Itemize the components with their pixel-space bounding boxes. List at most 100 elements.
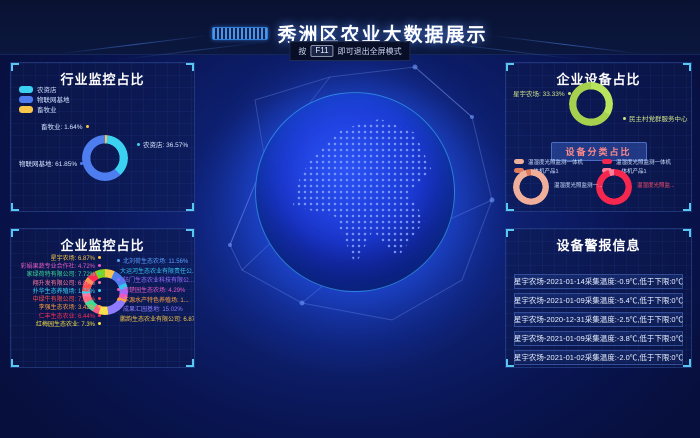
alert-row: 星宇农场-2021-01-09采集温度:-3.8℃,低于下限:0℃ [514, 331, 683, 346]
pie-label: 物联网基地: 61.85% [19, 158, 83, 168]
panel-corner [683, 359, 691, 367]
leader-dot [80, 162, 83, 165]
leader-dot [117, 278, 120, 281]
dashboard: 秀洲区农业大数据展示 按 F11 即可退出全屏模式 行业监控占比 农资店 物联网… [0, 0, 700, 438]
leader-dot [568, 92, 571, 95]
enterprise-right-labels: 北刘荷生态农场: 11.56% 大运河生态农业有限责任公... 陆门生态农业科技… [117, 256, 195, 323]
alert-text: 星宇农场-2021-01-09采集温度:-3.8℃,低于下限:0℃ [514, 333, 683, 344]
industry-donut-chart[interactable] [82, 135, 128, 181]
panel-corner [506, 229, 514, 237]
leader-dot [98, 322, 101, 325]
legend-label: 温湿度光照监测一体机 [616, 158, 671, 166]
panel-corner [186, 63, 194, 71]
panel-corner [506, 359, 514, 367]
pie-label-text: 丰源水产特色养殖场: 1... [123, 295, 189, 304]
panel-corner [506, 203, 514, 211]
pie-label: 星宇农场: 33.33% [513, 88, 571, 98]
legend-label: 温湿度光照监测一体机 [528, 158, 583, 166]
panel-device-alerts: 设备警报信息 星宇农场-2021-01-14采集温度:-0.9℃,低于下限:0℃… [505, 228, 692, 368]
pie-label: 北刘荷生态农场: 11.56% [117, 256, 195, 266]
pie-label-text: 陆门生态农业科技有限公... [123, 275, 194, 284]
leader-dot [98, 256, 101, 259]
pie-label-text: 大运河生态农业有限责任公... [120, 266, 195, 275]
pie-label: 民主村党群服务中心 [623, 113, 688, 123]
pie-label-text: 民主村党群服务中心 [629, 113, 688, 123]
panel-corner [683, 229, 691, 237]
pie-label: 温湿度光照监测一... [554, 181, 603, 189]
left-category-donut-chart[interactable] [513, 169, 549, 205]
legend-label: 畜牧业 [37, 104, 57, 114]
panel-title: 设备警报信息 [506, 235, 691, 254]
leader-dot [117, 288, 120, 291]
legend-swatch [19, 96, 33, 103]
leader-dot [117, 259, 120, 262]
legend-item[interactable]: 畜牧业 [19, 104, 70, 114]
alert-text: 星宇农场-2021-01-02采集温度:-2.0℃,低于下限:0℃ [514, 352, 683, 363]
leader-dot [98, 289, 101, 292]
leader-dot [98, 305, 101, 308]
pie-label-text: 物联网基地: 61.85% [19, 158, 77, 168]
leader-dot [98, 264, 101, 267]
pie-label: 丰源水产特色养殖场: 1... [117, 294, 195, 304]
legend-label: 农资店 [37, 84, 57, 94]
legend-swatch [602, 159, 612, 164]
panel-corner [11, 229, 19, 237]
industry-legend: 农资店 物联网基地 畜牧业 [19, 84, 70, 114]
leader-dot [117, 307, 120, 310]
legend-item[interactable]: 温湿度光照监测一体机 [602, 157, 671, 166]
alert-text: 星宇农场-2021-01-09采集温度:-5.4℃,低于下限:0℃ [514, 295, 683, 306]
legend-item[interactable]: 物联网基地 [19, 94, 70, 104]
panel-corner [506, 63, 514, 71]
panel-enterprise-monitor: 企业监控占比 星宇农场: 6.87% 彩娟果蔬专业合作社: 4.72% 家绿荷特… [10, 228, 195, 368]
panel-device-ratio: 企业设备占比 星宇农场: 33.33% 民主村党群服务中心 设备分类占比 温湿度… [505, 62, 692, 212]
tip-prefix: 按 [298, 46, 306, 57]
pie-label-text: 畜牧业: 1.64% [41, 121, 83, 131]
device-donut-chart[interactable] [569, 82, 613, 126]
logo-badge [212, 27, 268, 40]
pie-label: 陆门生态农业科技有限公... [117, 275, 195, 285]
legend-swatch [19, 86, 33, 93]
leader-dot [98, 281, 101, 284]
pie-label-text: 红梅园生态农业: 7.3% [36, 319, 95, 328]
leader-dot [98, 272, 101, 275]
pie-label-text: 鹏韵生态农业有限公司: 6.87% [120, 314, 195, 323]
leader-dot [98, 297, 101, 300]
pie-label: 大运河生态农业有限责任公... [117, 266, 195, 276]
alert-text: 星宇农场-2020-12-31采集温度:-2.5℃,低于下限:0℃ [514, 314, 683, 325]
alert-list: 星宇农场-2021-01-14采集温度:-0.9℃,低于下限:0℃ 星宇农场-2… [506, 254, 691, 368]
alert-text: 星宇农场-2021-01-14采集温度:-0.9℃,低于下限:0℃ [514, 276, 683, 287]
pie-label-text: 星宇农场: 33.33% [513, 88, 565, 98]
alert-row: 星宇农场-2020-12-31采集温度:-2.5℃,低于下限:0℃ [514, 312, 683, 327]
pie-label: 成果汇园基地: 15.02% [117, 304, 195, 314]
leader-dot [137, 143, 140, 146]
panel-corner [186, 229, 194, 237]
panel-corner [11, 359, 19, 367]
tip-suffix: 即可退出全屏模式 [338, 46, 402, 57]
legend-label: 物联网基地 [37, 94, 70, 104]
pie-label: 周楚园生态农场: 4.29% [117, 285, 195, 295]
leader-dot [623, 117, 626, 120]
legend-swatch [19, 106, 33, 113]
legend-swatch [514, 159, 524, 164]
panel-corner [186, 359, 194, 367]
leader-dot [98, 314, 101, 317]
legend-item[interactable]: 农资店 [19, 84, 70, 94]
alert-row: 星宇农场-2021-01-02采集温度:-2.0℃,低于下限:0℃ [514, 350, 683, 365]
pie-label-text: 周楚园生态农场: 4.29% [123, 285, 185, 294]
panel-corner [683, 203, 691, 211]
pie-label: 红梅园生态农业: 7.3% [13, 319, 101, 327]
panel-corner [683, 63, 691, 71]
panel-title: 企业监控占比 [11, 235, 194, 254]
globe [255, 92, 455, 292]
legend-item[interactable]: 温湿度光照监测一体机 [514, 157, 583, 166]
pie-label: 农资店: 36.57% [137, 139, 188, 149]
pie-label-text: 成果汇园基地: 15.02% [123, 304, 183, 313]
f11-keycap: F11 [310, 45, 333, 57]
globe-continents [272, 105, 446, 279]
pie-label-text: 北刘荷生态农场: 11.56% [123, 256, 188, 265]
panel-industry-monitor: 行业监控占比 农资店 物联网基地 畜牧业 畜牧业: 1.64% 农资店: 36.… [10, 62, 195, 212]
leader-dot [117, 298, 120, 301]
pie-label: 温湿度光照监... [637, 181, 675, 189]
fullscreen-tip: 按 F11 即可退出全屏模式 [289, 41, 410, 61]
panel-corner [11, 63, 19, 71]
